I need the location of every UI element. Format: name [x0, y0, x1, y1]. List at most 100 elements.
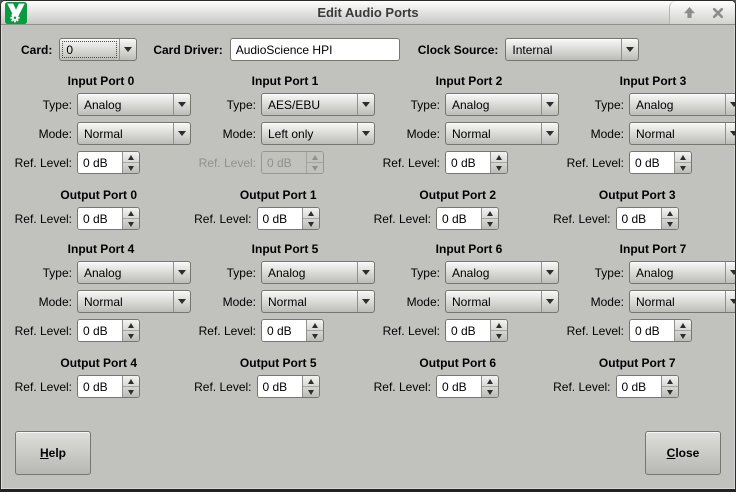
- mode-select[interactable]: Normal: [445, 122, 559, 145]
- spin-down-button[interactable]: [303, 219, 319, 229]
- close-button[interactable]: Close: [645, 431, 721, 475]
- ref-level-spinner[interactable]: 0 dB: [436, 375, 499, 398]
- spin-down-button[interactable]: [662, 387, 678, 397]
- ref-level-spinner[interactable]: 0 dB: [436, 207, 499, 230]
- type-select[interactable]: Analog: [77, 261, 191, 284]
- ref-level-spinner[interactable]: 0 dB: [77, 319, 140, 342]
- mode-select[interactable]: Normal: [77, 122, 191, 145]
- ref-level-spinner[interactable]: 0 dB: [261, 151, 324, 174]
- spin-down-button[interactable]: [482, 387, 498, 397]
- spin-up-button[interactable]: [123, 320, 139, 331]
- ref-level-row: Ref. Level: 0 dB: [11, 151, 191, 174]
- mode-select[interactable]: Left only: [261, 122, 375, 145]
- spin-up-button[interactable]: [491, 152, 507, 163]
- spin-down-button[interactable]: [123, 331, 139, 341]
- spin-up-button[interactable]: [303, 208, 319, 219]
- card-driver-input[interactable]: [230, 38, 400, 61]
- type-select[interactable]: Analog: [629, 261, 736, 284]
- spin-up-button[interactable]: [123, 208, 139, 219]
- spin-up-button[interactable]: [482, 376, 498, 387]
- spin-down-button[interactable]: [123, 219, 139, 229]
- help-button[interactable]: Help: [15, 431, 91, 475]
- mode-row: Mode: Left only: [195, 122, 375, 145]
- spin-up-button[interactable]: [303, 376, 319, 387]
- card-select[interactable]: 0: [59, 38, 137, 61]
- ref-level-spinner[interactable]: 0 dB: [445, 151, 508, 174]
- type-select[interactable]: Analog: [445, 93, 559, 116]
- spin-down-button[interactable]: [491, 331, 507, 341]
- port-title: Output Port 5: [191, 356, 367, 370]
- chevron-down-icon: [542, 262, 558, 283]
- mode-select[interactable]: Normal: [77, 290, 191, 313]
- spin-down-button[interactable]: [482, 219, 498, 229]
- mode-select[interactable]: Normal: [445, 290, 559, 313]
- shade-window-button[interactable]: [682, 6, 696, 20]
- mode-select[interactable]: Normal: [629, 290, 736, 313]
- output-port-panel: Output Port 2 Ref. Level: 0 dB: [368, 177, 548, 233]
- spin-up-button[interactable]: [307, 152, 323, 163]
- type-label: Type:: [563, 98, 624, 112]
- type-row: Type: Analog: [563, 93, 736, 116]
- spin-up-button[interactable]: [675, 152, 691, 163]
- port-title: Input Port 2: [379, 74, 559, 88]
- ref-level-spinner[interactable]: 0 dB: [629, 319, 692, 342]
- ref-level-row: Ref. Level: 0 dB: [191, 207, 367, 230]
- mode-select[interactable]: Normal: [629, 122, 736, 145]
- spin-up-button[interactable]: [123, 152, 139, 163]
- spin-down-button[interactable]: [307, 163, 323, 173]
- type-row: Type: Analog: [563, 261, 736, 284]
- chevron-down-icon: [726, 291, 736, 312]
- spin-down-button[interactable]: [303, 387, 319, 397]
- type-row: Type: Analog: [11, 93, 191, 116]
- spin-up-button[interactable]: [662, 208, 678, 219]
- ref-level-spinner[interactable]: 0 dB: [77, 375, 140, 398]
- spin-up-button[interactable]: [675, 320, 691, 331]
- spinner-buttons: [661, 376, 678, 397]
- spin-down-button[interactable]: [675, 331, 691, 341]
- type-select[interactable]: Analog: [629, 93, 736, 116]
- ref-level-label: Ref. Level:: [195, 324, 256, 338]
- type-select[interactable]: Analog: [261, 261, 375, 284]
- ref-level-spinner[interactable]: 0 dB: [257, 375, 320, 398]
- ref-level-value: 0 dB: [78, 376, 122, 397]
- type-select[interactable]: Analog: [445, 261, 559, 284]
- type-select[interactable]: AES/EBU: [261, 93, 375, 116]
- spin-up-button[interactable]: [491, 320, 507, 331]
- ref-level-label: Ref. Level:: [563, 324, 624, 338]
- mode-select[interactable]: Normal: [261, 290, 375, 313]
- spin-down-button[interactable]: [123, 163, 139, 173]
- ref-level-spinner[interactable]: 0 dB: [261, 319, 324, 342]
- spin-down-button[interactable]: [307, 331, 323, 341]
- port-title: Input Port 5: [195, 242, 375, 256]
- spin-down-button[interactable]: [491, 163, 507, 173]
- mode-row: Mode: Normal: [11, 290, 191, 313]
- ref-level-spinner[interactable]: 0 dB: [257, 207, 320, 230]
- spin-up-button[interactable]: [662, 376, 678, 387]
- ref-level-spinner[interactable]: 0 dB: [77, 207, 140, 230]
- spin-down-button[interactable]: [662, 219, 678, 229]
- spinner-buttons: [481, 208, 498, 229]
- spin-up-button[interactable]: [482, 208, 498, 219]
- input-port-panel: Input Port 4 Type: Analog Mode: Normal R…: [9, 233, 193, 345]
- small-arrow-down-icon: [308, 390, 314, 395]
- type-select[interactable]: Analog: [77, 93, 191, 116]
- small-arrow-up-icon: [496, 323, 502, 328]
- close-window-button[interactable]: [711, 6, 725, 20]
- spin-down-button[interactable]: [675, 163, 691, 173]
- spinner-buttons: [306, 320, 323, 341]
- ref-level-spinner[interactable]: 0 dB: [77, 151, 140, 174]
- input-port-panel: Input Port 2 Type: Analog Mode: Normal R…: [377, 65, 561, 177]
- ref-level-spinner[interactable]: 0 dB: [616, 207, 679, 230]
- spin-up-button[interactable]: [123, 376, 139, 387]
- chevron-down-icon: [542, 123, 558, 144]
- ref-level-spinner[interactable]: 0 dB: [629, 151, 692, 174]
- spin-up-button[interactable]: [307, 320, 323, 331]
- port-title: Input Port 1: [195, 74, 375, 88]
- clock-source-select[interactable]: Internal: [505, 38, 639, 61]
- mode-label: Mode:: [195, 295, 256, 309]
- dialog-content: Card: 0 Card Driver: Clock Source: Inter…: [1, 25, 735, 489]
- ref-level-spinner[interactable]: 0 dB: [445, 319, 508, 342]
- ref-level-spinner[interactable]: 0 dB: [616, 375, 679, 398]
- spin-down-button[interactable]: [123, 387, 139, 397]
- spinner-buttons: [306, 152, 323, 173]
